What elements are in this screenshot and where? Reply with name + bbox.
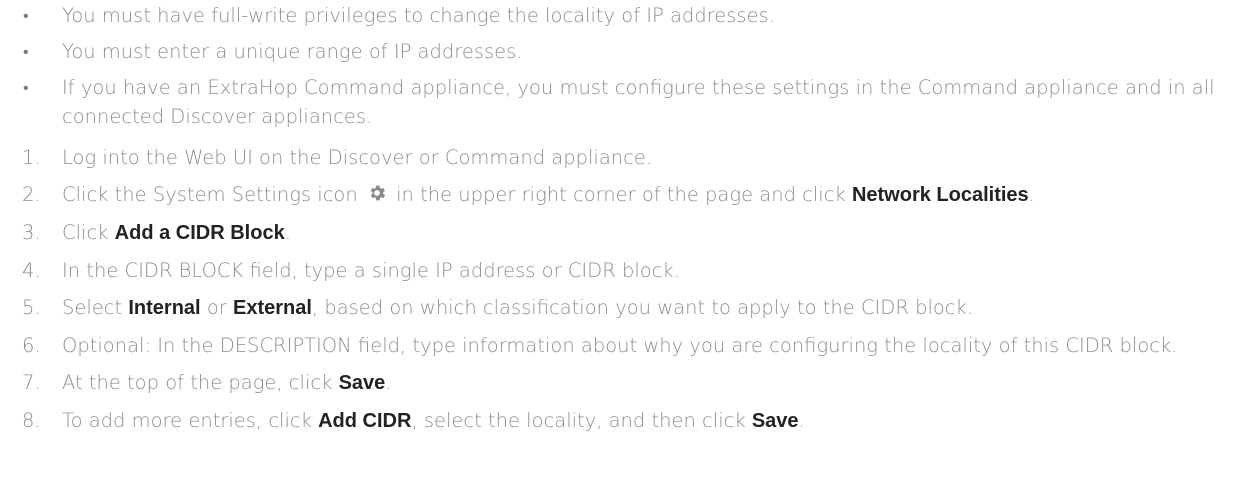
step-text: Click xyxy=(62,221,109,244)
list-item: 4. In the CIDR BLOCK field, type a singl… xyxy=(22,256,1243,285)
list-item: 1. Log into the Web UI on the Discover o… xyxy=(22,143,1243,172)
list-item: 3. Click Add a CIDR Block. xyxy=(22,218,1243,248)
step-text: At the top of the page, click xyxy=(62,371,333,394)
ui-term-save: Save xyxy=(751,410,799,432)
step-text: In the CIDR BLOCK field, type a single I… xyxy=(62,259,680,282)
list-item: 2. Click the System Settings icon in the… xyxy=(22,180,1243,210)
step-number: 2. xyxy=(22,183,41,206)
step-text: Log into the Web UI on the Discover or C… xyxy=(62,146,653,169)
step-text: Click the System Settings icon xyxy=(62,183,358,206)
step-number: 6. xyxy=(22,334,41,357)
step-number: 1. xyxy=(22,146,41,169)
bullet-icon: • xyxy=(23,42,29,61)
ui-term-add-cidr-block: Add a CIDR Block xyxy=(114,222,285,244)
step-punctuation: . xyxy=(284,221,291,244)
step-number: 3. xyxy=(22,221,41,244)
list-item: 7. At the top of the page, click Save. xyxy=(22,368,1243,398)
list-item: 6. Optional: In the DESCRIPTION field, t… xyxy=(22,331,1243,360)
procedure-steps: 1. Log into the Web UI on the Discover o… xyxy=(22,143,1243,436)
step-text: , based on which classification you want… xyxy=(311,296,974,319)
prerequisite-text: If you have an ExtraHop Command applianc… xyxy=(62,76,1215,128)
step-text: To add more entries, click xyxy=(62,409,312,432)
ui-term-network-localities: Network Localities xyxy=(851,184,1029,206)
step-text: , select the locality, and then click xyxy=(411,409,746,432)
list-item: • You must enter a unique range of IP add… xyxy=(22,37,1243,66)
step-text: Select xyxy=(62,296,123,319)
step-number: 4. xyxy=(22,259,41,282)
ui-term-internal: Internal xyxy=(128,297,201,319)
prerequisite-text: You must enter a unique range of IP addr… xyxy=(62,40,523,63)
step-punctuation: . xyxy=(385,371,392,394)
prerequisites-list: • You must have full-write privileges to … xyxy=(22,1,1243,131)
ui-term-save: Save xyxy=(338,372,386,394)
step-number: 5. xyxy=(22,296,41,319)
gear-icon xyxy=(370,185,386,201)
bullet-icon: • xyxy=(23,6,29,25)
bullet-icon: • xyxy=(23,78,29,97)
step-text: Optional: In the DESCRIPTION field, type… xyxy=(62,334,1178,357)
step-number: 7. xyxy=(22,371,41,394)
ui-term-external: External xyxy=(232,297,312,319)
step-number: 8. xyxy=(22,409,41,432)
step-text: in the upper right corner of the page an… xyxy=(396,183,846,206)
list-item: 8. To add more entries, click Add CIDR, … xyxy=(22,406,1243,436)
list-item: 5. Select Internal or External, based on… xyxy=(22,293,1243,323)
step-punctuation: . xyxy=(798,409,805,432)
prerequisite-text: You must have full-write privileges to c… xyxy=(62,4,775,27)
list-item: • You must have full-write privileges to … xyxy=(22,1,1243,30)
step-text: or xyxy=(206,296,227,319)
list-item: • If you have an ExtraHop Command applian… xyxy=(22,73,1243,131)
document-page: • You must have full-write privileges to … xyxy=(0,1,1253,501)
ui-term-add-cidr: Add CIDR xyxy=(318,410,412,432)
step-punctuation: . xyxy=(1028,183,1035,206)
